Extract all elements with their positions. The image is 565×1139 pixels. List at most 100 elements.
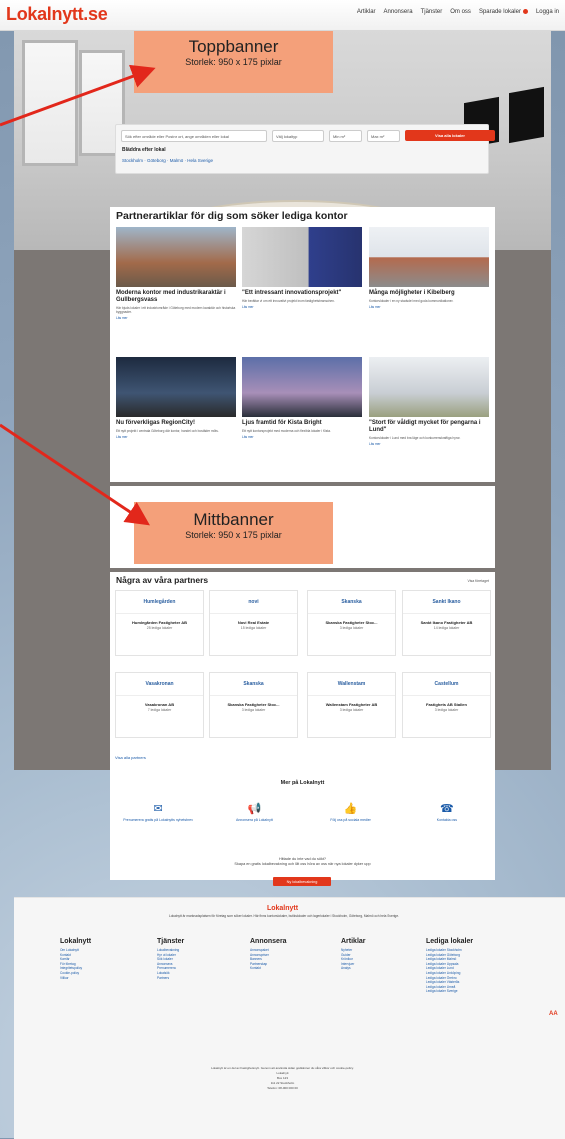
articles-heading: Partnerartiklar för dig som söker lediga…: [116, 210, 348, 222]
all-partners-link[interactable]: Visa alla partners: [115, 755, 146, 760]
footer: Lokalnytt Lokalnytt är marknadsplatsen f…: [14, 897, 565, 1139]
megaphone-icon: 📢: [247, 803, 262, 815]
article-card[interactable]: "Stort för våldigt mycket för pengarna i…: [369, 357, 489, 446]
partner-logo: Skanska: [210, 673, 297, 696]
partner-name: Vasakronan AB: [144, 702, 175, 707]
article-title: Moderna kontor med industrikaraktär i Gu…: [116, 290, 226, 303]
footer-col-heading: Annonsera: [250, 938, 287, 945]
partner-card[interactable]: Skanska Skanska Fastigheter Stoc... 3 le…: [307, 590, 396, 656]
footer-link[interactable]: Analys: [341, 966, 366, 971]
footer-col-heading: Tjänster: [157, 938, 185, 945]
footer-link[interactable]: Kontakt: [250, 966, 287, 971]
nav-saved-label: Sparade lokaler: [478, 9, 521, 16]
read-more-link[interactable]: Läs mer: [116, 316, 236, 320]
partner-count: 3 lediga lokaler: [339, 626, 364, 630]
article-title: Många möjligheter i Kibelberg: [369, 290, 455, 296]
article-image: [242, 357, 362, 417]
footer-col-lediga-lokaler: Lediga lokaler Lediga lokaler Stockholm …: [426, 938, 473, 994]
partners-section: Några av våra partners Visa företaget Hu…: [110, 572, 495, 886]
newsletter-item[interactable]: ✉ Prenumerera gratis på Lokalnytts nyhet…: [118, 802, 198, 823]
article-title: "Stort för våldigt mycket för pengarna i…: [369, 420, 481, 433]
partner-name: Skanska Fastigheter Stoc...: [227, 702, 280, 707]
type-select[interactable]: Välj lokaltyp: [272, 130, 324, 142]
footer-logo[interactable]: Lokalnytt: [14, 905, 551, 912]
contact-question: Hittade du inte vad du sökt? Skapa en gr…: [110, 857, 495, 867]
footer-link[interactable]: Villkor: [60, 976, 91, 981]
partner-name: Sankt Ikano Fastigheter AB: [420, 620, 473, 625]
min-area-input[interactable]: Min m²: [329, 130, 362, 142]
footer-link[interactable]: Lediga lokaler Sverige: [426, 989, 473, 994]
footer-col-heading: Lediga lokaler: [426, 938, 474, 945]
contact-item[interactable]: ☎ Kontakta oss: [407, 802, 487, 823]
partner-card[interactable]: Humlegården Humlegården Fastigheter AB 2…: [115, 590, 204, 656]
footer-col-lokalnytt: Lokalnytt Om Lokalnytt Kontakt Karriär F…: [60, 938, 91, 980]
article-card[interactable]: Moderna kontor med industrikaraktär i Gu…: [116, 227, 236, 320]
city-links[interactable]: Stockholm · Göteborg · Malmö · Hela Sver…: [122, 158, 213, 163]
banner-size: Storlek: 950 x 175 pixlar: [185, 530, 282, 540]
footer-link[interactable]: Partners: [157, 976, 184, 981]
partner-logo: Humlegården: [116, 591, 203, 614]
partner-logo: Wallenstam: [308, 673, 395, 696]
footer-col-annonsera: Annonsera Annonspaket Annonspriser Banne…: [250, 938, 287, 971]
search-button[interactable]: Visa alla lokaler: [405, 130, 495, 141]
partner-count: 14 lediga lokaler: [433, 626, 460, 630]
banner-title: Mittbanner: [193, 510, 274, 529]
partner-logo: Sankt Ikano: [403, 591, 490, 614]
nav-about[interactable]: Om oss: [450, 9, 471, 15]
new-alert-button[interactable]: Ny lokalbevakning: [273, 877, 331, 886]
article-card[interactable]: Många möjligheter i Kibelberg Kontorslok…: [369, 227, 489, 309]
article-image: [369, 227, 489, 287]
partner-card[interactable]: novi Novi Real Estate 15 lediga lokaler: [209, 590, 298, 656]
article-image: [116, 227, 236, 287]
partner-card[interactable]: Vasakronan Vasakronan AB 7 lediga lokale…: [115, 672, 204, 738]
screen-shape: [509, 86, 544, 144]
location-input[interactable]: Sök efter område eller Postnr ort, ange …: [121, 130, 267, 142]
partner-count: 25 lediga lokaler: [146, 626, 173, 630]
article-card[interactable]: Ljus framtid för Kista Bright Ett nytt k…: [242, 357, 362, 439]
article-image: [242, 227, 362, 287]
partner-card[interactable]: Castellum Fastighets AB Stallen 3 lediga…: [402, 672, 491, 738]
banner-title: Toppbanner: [188, 37, 279, 56]
nav-articles[interactable]: Artiklar: [357, 9, 376, 15]
brand-mark-icon: AA: [549, 1011, 558, 1017]
article-card[interactable]: "Ett intressant innovationsprojekt" Här …: [242, 227, 362, 309]
read-more-link[interactable]: Läs mer: [369, 442, 489, 446]
top-banner-placeholder: Toppbanner Storlek: 950 x 175 pixlar: [134, 31, 333, 93]
nav-login[interactable]: Logga in: [536, 9, 559, 15]
partner-card[interactable]: Skanska Skanska Fastigheter Stoc... 3 le…: [209, 672, 298, 738]
read-more-link[interactable]: Läs mer: [242, 435, 362, 439]
footer-bottom: Lokalnytt är en del av Fastighetsnytt. G…: [14, 1066, 551, 1091]
contact-question-text: Skapa en gratis lokalbevakning och låt o…: [234, 862, 371, 866]
social-item[interactable]: 👍 Följ oss på sociala medier: [311, 802, 391, 823]
partner-articles: Partnerartiklar för dig som söker lediga…: [110, 207, 495, 482]
partner-card[interactable]: Sankt Ikano Sankt Ikano Fastigheter AB 1…: [402, 590, 491, 656]
site-logo[interactable]: Lokalnytt.se: [6, 4, 108, 25]
advertise-label: Annonsera på Lokalnytt: [235, 818, 273, 822]
article-image: [369, 357, 489, 417]
read-more-link[interactable]: Läs mer: [116, 435, 236, 439]
partner-count: 3 lediga lokaler: [339, 708, 364, 712]
article-image: [116, 357, 236, 417]
footer-col-tjanster: Tjänster Lokalbevakning Hyr ut lokaler S…: [157, 938, 184, 980]
nav-saved[interactable]: Sparade lokaler: [479, 9, 528, 15]
partner-name: Skanska Fastigheter Stoc...: [325, 620, 378, 625]
nav-services[interactable]: Tjänster: [421, 9, 443, 15]
partner-name: Humlegården Fastigheter AB: [132, 620, 187, 625]
mid-banner-placeholder: Mittbanner Storlek: 950 x 175 pixlar: [134, 502, 333, 564]
partner-card[interactable]: Wallenstam Wallenstam Fastigheter AB 3 l…: [307, 672, 396, 738]
thumbs-up-icon: 👍: [343, 803, 358, 815]
max-area-input[interactable]: Max m²: [367, 130, 400, 142]
more-items: ✉ Prenumerera gratis på Lokalnytts nyhet…: [110, 802, 495, 823]
article-title: Nu förverkligas RegionCity!: [116, 420, 196, 426]
partners-right-link[interactable]: Visa företaget: [467, 579, 489, 583]
read-more-link[interactable]: Läs mer: [369, 305, 489, 309]
advertise-item[interactable]: 📢 Annonsera på Lokalnytt: [214, 802, 294, 823]
footer-col-heading: Lokalnytt: [60, 938, 92, 945]
article-desc: Kontorslokaler i Lund med bra läge och k…: [369, 436, 461, 440]
article-desc: Här berättar vi om ett innovativt projek…: [242, 299, 335, 303]
read-more-link[interactable]: Läs mer: [242, 305, 362, 309]
search-row: Sök efter område eller Postnr ort, ange …: [121, 130, 495, 142]
article-card[interactable]: Nu förverkligas RegionCity! Ett nytt pro…: [116, 357, 236, 439]
nav-advertise[interactable]: Annonsera: [384, 9, 413, 15]
footer-description: Lokalnytt är marknadsplatsen för företag…: [169, 914, 399, 918]
